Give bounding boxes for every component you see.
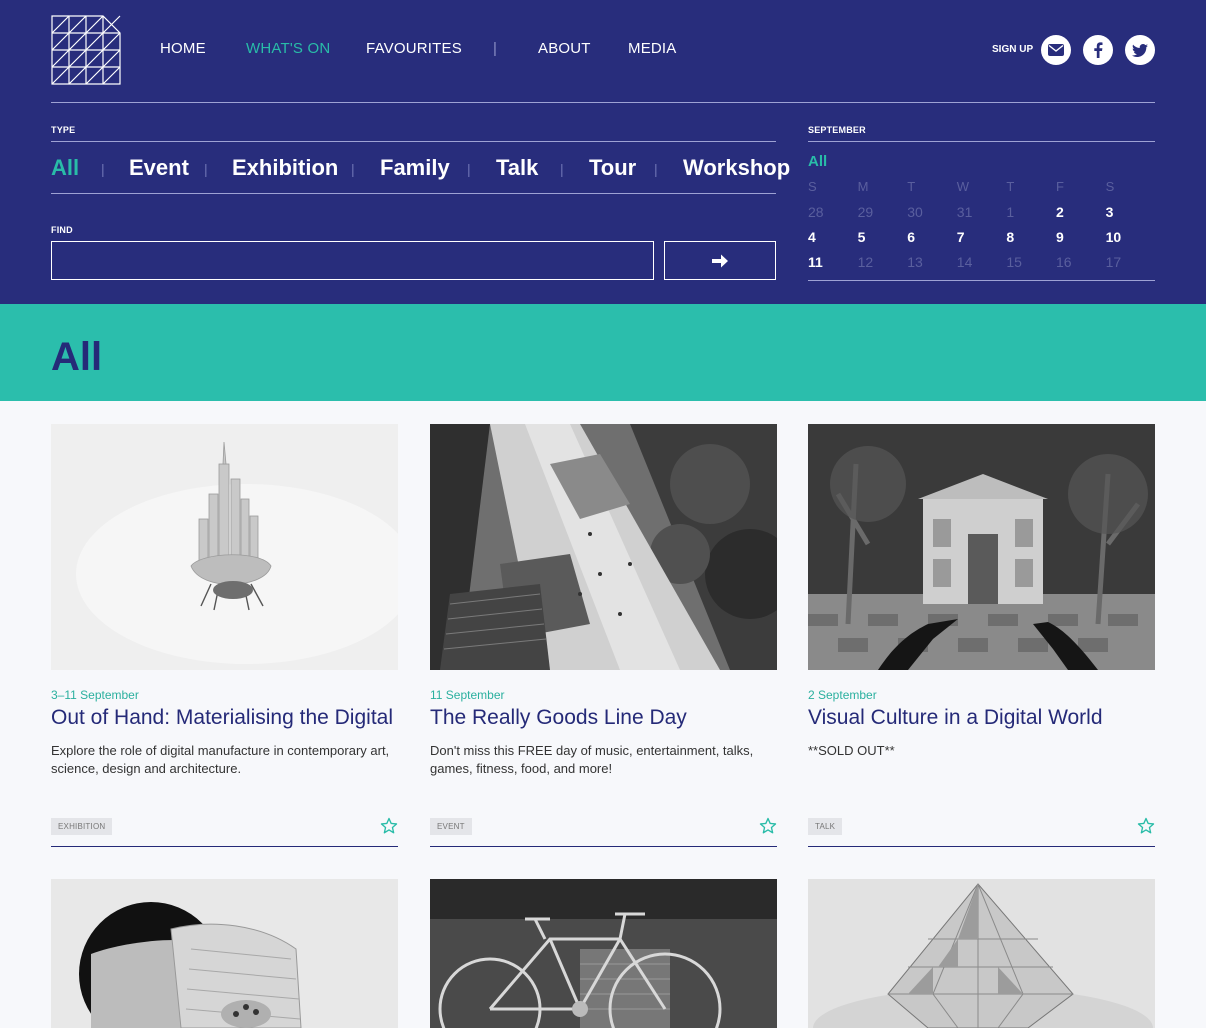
find-label: FIND	[51, 225, 73, 235]
calendar-day: 28	[808, 204, 824, 220]
type-separator: |	[204, 161, 208, 177]
calendar-day: 12	[857, 254, 874, 270]
facebook-icon[interactable]	[1083, 35, 1113, 65]
museum-logo-icon[interactable]	[51, 15, 121, 85]
favourite-star-icon[interactable]	[380, 817, 398, 835]
calendar-day[interactable]: 10	[1106, 228, 1156, 253]
page-title: All	[51, 335, 103, 379]
type-separator: |	[351, 161, 355, 177]
type-filter-all[interactable]: All	[51, 155, 79, 181]
calendar-day: 15	[1006, 254, 1022, 270]
calendar-day[interactable]: 4	[808, 228, 858, 253]
calendar-weekday: W	[956, 179, 970, 194]
calendar-rule-bottom	[808, 280, 1155, 281]
arrow-right-icon	[712, 254, 728, 267]
type-filter-family[interactable]: Family	[380, 155, 450, 181]
event-description: Don't miss this FREE day of music, enter…	[430, 743, 754, 776]
calendar-day: 16	[1055, 254, 1072, 270]
calendar-weekday: S	[1105, 179, 1115, 194]
category-banner	[0, 304, 1206, 401]
event-card[interactable]: 11 September The Really Goods Line Day D…	[430, 424, 777, 848]
type-separator: |	[654, 161, 658, 177]
calendar-month-label: SEPTEMBER	[808, 125, 866, 135]
favourite-star-icon[interactable]	[759, 817, 777, 835]
event-description: Explore the role of digital manufacture …	[51, 743, 390, 776]
type-rule-top	[51, 141, 776, 142]
event-title[interactable]: The Really Goods Line Day	[430, 706, 790, 730]
event-image[interactable]	[430, 879, 777, 1028]
calendar-weekday: T	[907, 179, 916, 194]
calendar-day[interactable]: 8	[1006, 228, 1056, 253]
find-input[interactable]	[51, 241, 654, 280]
calendar-weekday: T	[1006, 179, 1015, 194]
type-filter-workshop[interactable]: Workshop	[683, 155, 790, 181]
calendar-day: 13	[907, 254, 923, 270]
type-label: TYPE	[51, 125, 76, 135]
calendar-weekday: F	[1055, 179, 1064, 194]
type-separator: |	[467, 161, 471, 177]
calendar-day[interactable]: 2	[1056, 203, 1106, 228]
calendar-weekday: S	[808, 179, 817, 194]
calendar-day[interactable]: 7	[957, 228, 1007, 253]
calendar-day[interactable]: 5	[858, 228, 908, 253]
header-divider	[51, 102, 1155, 103]
find-submit-button[interactable]	[664, 241, 776, 280]
event-type-tag: EVENT	[430, 818, 472, 835]
signup-label: SIGN UP	[992, 44, 1034, 55]
nav-about[interactable]: ABOUT	[538, 40, 591, 57]
calendar-day: 30	[907, 204, 923, 220]
calendar-day[interactable]: 3	[1106, 203, 1156, 228]
calendar-day[interactable]: 6	[907, 228, 957, 253]
event-card[interactable]: 3–11 September Out of Hand: Materialisin…	[51, 424, 398, 848]
favourite-star-icon[interactable]	[1137, 817, 1155, 835]
nav-separator: |	[493, 40, 497, 57]
event-date: 11 September	[430, 688, 505, 702]
type-filter-tour[interactable]: Tour	[589, 155, 636, 181]
event-title[interactable]: Out of Hand: Materialising the Digital	[51, 706, 411, 730]
event-image[interactable]	[430, 424, 777, 670]
type-filter-exhibition[interactable]: Exhibition	[232, 155, 338, 181]
calendar-day: 1	[1006, 204, 1015, 220]
calendar-weekday: M	[857, 179, 869, 194]
event-image[interactable]	[51, 424, 398, 670]
calendar-grid: S M T W T F S 28 29 30 31 1 2 3 4 5 6 7 8 9 10 11 12 13 14 15 16 17	[808, 178, 1156, 278]
type-rule-bottom	[51, 193, 776, 194]
twitter-icon[interactable]	[1125, 35, 1155, 65]
nav-media[interactable]: MEDIA	[628, 40, 677, 57]
calendar-day: 17	[1105, 254, 1122, 270]
calendar-all-dates[interactable]: All	[808, 153, 827, 170]
event-type-tag: TALK	[808, 818, 843, 835]
event-date: 3–11 September	[51, 688, 139, 702]
card-divider	[430, 846, 777, 847]
calendar-day[interactable]: 11	[808, 253, 858, 278]
calendar-rule-top	[808, 141, 1155, 142]
event-type-tag: EXHIBITION	[51, 818, 113, 835]
event-card[interactable]: 2 September Visual Culture in a Digital …	[808, 424, 1155, 848]
nav-favourites[interactable]: FAVOURITES	[366, 40, 462, 57]
calendar-day: 31	[956, 204, 973, 220]
type-separator: |	[560, 161, 564, 177]
event-image[interactable]	[808, 879, 1155, 1028]
type-filter-event[interactable]: Event	[129, 155, 189, 181]
calendar-day: 29	[857, 204, 874, 220]
calendar-day[interactable]: 9	[1056, 228, 1106, 253]
card-divider	[808, 846, 1155, 847]
nav-home[interactable]: HOME	[160, 40, 206, 57]
type-separator: |	[101, 161, 105, 177]
event-date: 2 September	[808, 688, 877, 702]
email-icon[interactable]	[1041, 35, 1071, 65]
event-description: **SOLD OUT**	[808, 743, 895, 758]
event-title[interactable]: Visual Culture in a Digital World	[808, 706, 1168, 730]
event-image[interactable]	[51, 879, 398, 1028]
nav-whats-on[interactable]: WHAT'S ON	[246, 40, 330, 57]
calendar-day: 14	[956, 254, 973, 270]
card-divider	[51, 846, 398, 847]
event-image[interactable]	[808, 424, 1155, 670]
type-filter-talk[interactable]: Talk	[496, 155, 538, 181]
